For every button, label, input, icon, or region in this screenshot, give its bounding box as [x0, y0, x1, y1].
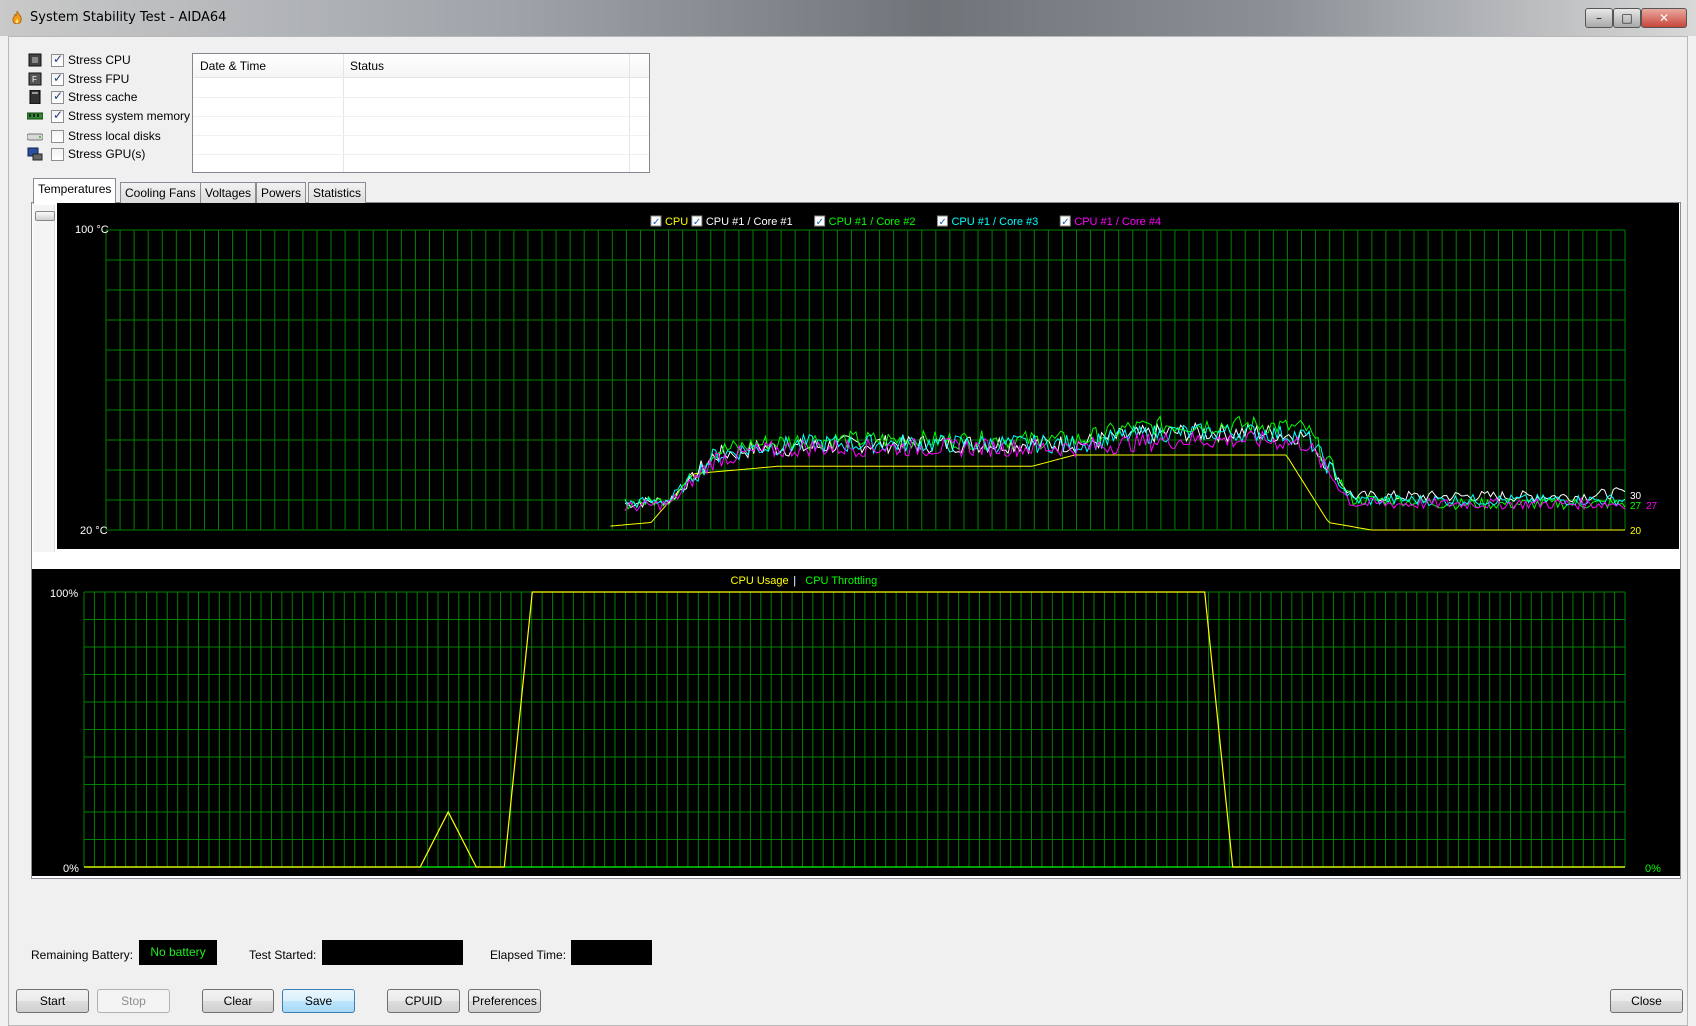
temperature-grid: [105, 229, 1626, 531]
status-log-table[interactable]: Date & Time Status: [192, 53, 650, 173]
disk-icon: [27, 133, 43, 141]
legend-label: CPU Usage: [731, 575, 789, 587]
temperature-line: [624, 421, 1626, 509]
cpu-usage-chart-svg: CPU Usage | CPU Throttling 100% 0% 0%: [50, 575, 1661, 875]
memory-icon: [27, 112, 43, 120]
cache-icon: [29, 90, 41, 104]
tab-cooling-fans[interactable]: Cooling Fans: [120, 182, 201, 203]
temperature-end-labels: 3027 2720: [1630, 491, 1658, 537]
flame-icon: [12, 10, 22, 25]
close-button[interactable]: Close: [1610, 989, 1683, 1013]
stress-option-label: Stress cache: [68, 90, 138, 104]
legend-label: CPU #1 / Core #2: [829, 216, 916, 228]
tab-temperatures[interactable]: Temperatures: [33, 178, 117, 204]
stress-gpu-checkbox[interactable]: [51, 147, 64, 161]
window-title: System Stability Test - AIDA64: [30, 10, 227, 25]
stress-disks-checkbox[interactable]: [51, 129, 64, 143]
table-row: [193, 135, 649, 136]
temperature-series: [610, 415, 1626, 531]
stress-cache-checkbox[interactable]: [51, 89, 64, 104]
end-value-label: 20: [1630, 526, 1642, 537]
gpu-icon: [27, 147, 43, 161]
stress-option-cache[interactable]: Stress cache: [27, 88, 137, 106]
stress-cpu-checkbox[interactable]: [51, 52, 64, 67]
stress-option-fpu[interactable]: F Stress FPU: [27, 70, 129, 88]
legend-label: CPU: [665, 216, 688, 228]
remaining-battery-value: No battery: [139, 940, 217, 965]
end-value-label: 27: [1646, 501, 1658, 512]
cpuid-button[interactable]: CPUID: [387, 989, 460, 1013]
clear-button[interactable]: Clear: [202, 989, 274, 1013]
client-area: Stress CPU F Stress FPU Stress cache Str…: [8, 36, 1688, 1026]
stress-option-label: Stress GPU(s): [68, 147, 146, 161]
y-axis-max-label: 100 °C: [75, 224, 109, 236]
column-header-status[interactable]: Status: [350, 59, 384, 73]
fpu-icon: F: [28, 72, 42, 86]
aida64-window: System Stability Test - AIDA64 – □ ✕ Str…: [0, 0, 1696, 1026]
svg-text:F: F: [32, 75, 37, 84]
save-button[interactable]: Save: [282, 989, 355, 1013]
remaining-battery-label: Remaining Battery:: [31, 948, 134, 962]
usage-grid: [83, 591, 1626, 868]
stress-option-label: Stress system memory: [68, 109, 191, 123]
legend-label: CPU Throttling: [805, 575, 877, 587]
legend-label: CPU #1 / Core #4: [1074, 216, 1161, 228]
y-axis-min-label: 20 °C: [80, 525, 108, 537]
start-button[interactable]: Start: [16, 989, 89, 1013]
stress-option-disks[interactable]: Stress local disks: [27, 127, 161, 145]
maximize-button[interactable]: □: [1613, 8, 1641, 28]
legend-separator: |: [793, 575, 796, 587]
table-row: [193, 154, 649, 155]
cpu-icon: [28, 53, 42, 67]
legend-check-mark: ✓: [693, 217, 701, 228]
temperature-chart-svg: ✓ CPU ✓ CPU #1 / Core #1 ✓ CPU #1 / Core #2 ✓ C…: [75, 215, 1658, 537]
table-row: [193, 97, 649, 98]
legend-check-mark: ✓: [938, 217, 946, 228]
temperature-line: [624, 423, 1626, 509]
tab-powers[interactable]: Powers: [256, 182, 307, 203]
usage-end-label: 0%: [1645, 863, 1661, 875]
stress-option-cpu[interactable]: Stress CPU: [27, 51, 131, 69]
test-started-label: Test Started:: [249, 948, 317, 962]
table-row: [193, 116, 649, 117]
preferences-button[interactable]: Preferences: [468, 989, 541, 1013]
temperature-line: [610, 454, 1625, 531]
stress-option-label: Stress CPU: [68, 53, 131, 67]
legend-label: CPU #1 / Core #1: [706, 216, 793, 228]
legend-label: CPU #1 / Core #3: [951, 216, 1038, 228]
cpu-usage-chart: CPU Usage | CPU Throttling 100% 0% 0%: [32, 569, 1680, 876]
log-table-header: Date & Time Status: [193, 54, 649, 78]
column-header-date-time[interactable]: Date & Time: [200, 59, 266, 73]
usage-legend: CPU Usage | CPU Throttling: [731, 575, 878, 587]
legend-check-mark: ✓: [1061, 217, 1069, 228]
legend-check-mark: ✓: [816, 217, 824, 228]
close-window-button[interactable]: ✕: [1641, 8, 1687, 28]
usage-y-max-label: 100%: [50, 588, 78, 600]
tab-voltages[interactable]: Voltages: [200, 182, 257, 203]
temperature-chart: ✓ CPU ✓ CPU #1 / Core #1 ✓ CPU #1 / Core #2 ✓ C…: [57, 203, 1679, 549]
elapsed-time-label: Elapsed Time:: [490, 948, 567, 962]
legend-check-mark: ✓: [652, 217, 660, 228]
stress-option-label: Stress FPU: [68, 72, 130, 86]
stress-option-label: Stress local disks: [68, 129, 161, 143]
test-started-value: [322, 940, 463, 965]
usage-y-min-label: 0%: [63, 863, 79, 875]
chart-scale-slider[interactable]: [33, 205, 55, 552]
temperature-legend: ✓ CPU ✓ CPU #1 / Core #1 ✓ CPU #1 / Core #2 ✓ C…: [650, 215, 1161, 228]
slider-thumb[interactable]: [35, 211, 55, 221]
stop-button[interactable]: Stop: [97, 989, 170, 1013]
title-bar[interactable]: System Stability Test - AIDA64 – □ ✕: [0, 0, 1696, 36]
end-value-label: 27: [1630, 501, 1642, 512]
minimize-button[interactable]: –: [1585, 8, 1613, 28]
tab-statistics[interactable]: Statistics: [308, 182, 367, 203]
elapsed-time-value: [571, 940, 652, 965]
stress-fpu-checkbox[interactable]: [51, 71, 64, 86]
stress-option-gpu[interactable]: Stress GPU(s): [27, 145, 145, 163]
stress-memory-checkbox[interactable]: [51, 108, 64, 123]
stress-option-memory[interactable]: Stress system memory: [27, 107, 190, 125]
